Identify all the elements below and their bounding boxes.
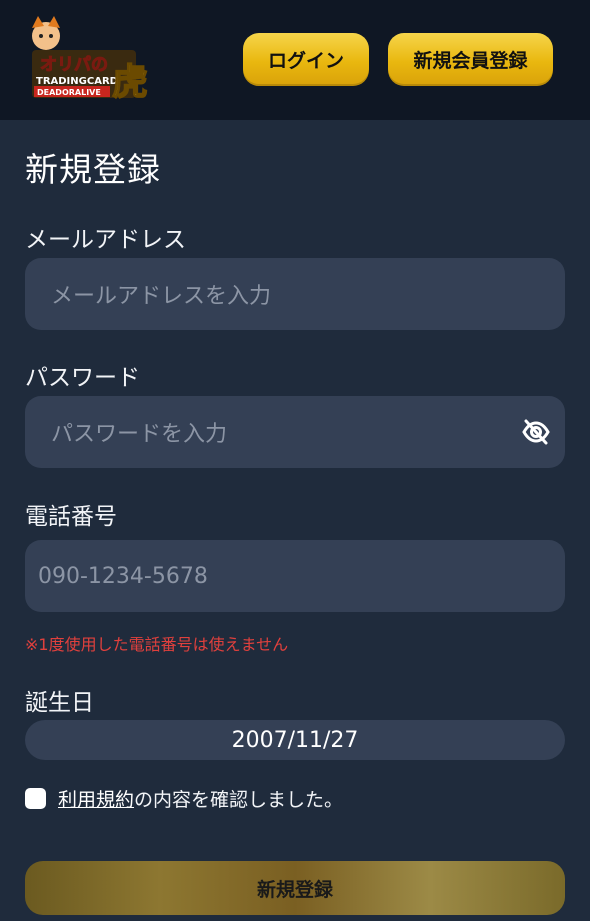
svg-text:オリパの: オリパの bbox=[40, 55, 108, 75]
submit-button[interactable]: 新規登録 bbox=[25, 861, 565, 915]
email-placeholder: メールアドレスを入力 bbox=[51, 284, 272, 309]
site-logo[interactable]: オリパの TRADINGCARD DEADORALIVE 虎 bbox=[26, 14, 150, 106]
password-label: パスワード bbox=[25, 365, 140, 391]
terms-link[interactable]: 利用規約 bbox=[58, 785, 134, 812]
svg-text:DEADORALIVE: DEADORALIVE bbox=[37, 88, 101, 97]
svg-text:虎: 虎 bbox=[112, 61, 148, 103]
password-placeholder: パスワードを入力 bbox=[51, 422, 228, 447]
phone-field[interactable]: 090-1234-5678 bbox=[25, 540, 565, 612]
svg-text:TRADINGCARD: TRADINGCARD bbox=[36, 76, 118, 87]
password-field[interactable]: パスワードを入力 bbox=[25, 396, 565, 468]
signup-button[interactable]: 新規会員登録 bbox=[388, 33, 553, 86]
login-button[interactable]: ログイン bbox=[243, 33, 369, 86]
email-label: メールアドレス bbox=[25, 227, 186, 253]
terms-text: の内容を確認しました。 bbox=[134, 788, 344, 811]
phone-placeholder: 090-1234-5678 bbox=[38, 563, 208, 589]
phone-warning: ※1度使用した電話番号は使えません bbox=[25, 635, 289, 654]
birthday-label: 誕生日 bbox=[25, 690, 94, 716]
email-field[interactable]: メールアドレスを入力 bbox=[25, 258, 565, 330]
eye-off-icon[interactable] bbox=[521, 418, 551, 446]
terms-checkbox[interactable] bbox=[25, 787, 46, 809]
birthday-field[interactable]: 2007/11/27 bbox=[25, 720, 565, 760]
page-title: 新規登録 bbox=[25, 150, 161, 189]
header: オリパの TRADINGCARD DEADORALIVE 虎 ログイン 新規会員… bbox=[0, 0, 590, 120]
terms-agreement: 利用規約 の内容を確認しました。 bbox=[25, 784, 343, 812]
phone-label: 電話番号 bbox=[25, 504, 117, 530]
